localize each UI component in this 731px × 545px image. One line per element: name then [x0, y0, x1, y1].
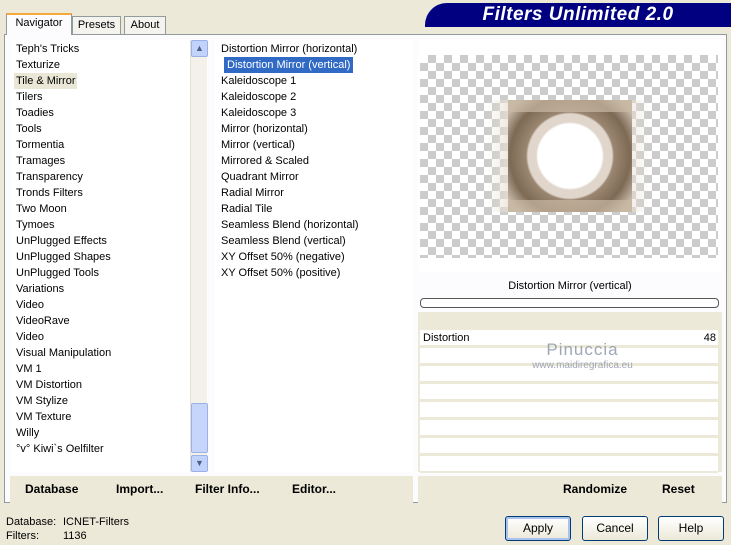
filter-item[interactable]: Kaleidoscope 2	[221, 89, 296, 105]
randomize-button[interactable]: Randomize	[563, 482, 627, 496]
category-item[interactable]: VideoRave	[16, 313, 70, 329]
status-database-label: Database:	[6, 516, 57, 528]
category-item[interactable]: UnPlugged Shapes	[16, 249, 111, 265]
category-item[interactable]: Variations	[16, 281, 64, 297]
filter-item[interactable]: Distortion Mirror (horizontal)	[221, 41, 357, 57]
status-database-value: ICNET-Filters	[63, 516, 129, 528]
parameter-row[interactable]	[420, 438, 718, 455]
category-item[interactable]: °v° Kiwi`s Oelfilter	[16, 441, 104, 457]
filter-item[interactable]: Seamless Blend (horizontal)	[221, 217, 359, 233]
category-item[interactable]: Tilers	[16, 89, 42, 105]
preview-filter-name: Distortion Mirror (vertical)	[508, 280, 632, 292]
app-title-banner: Filters Unlimited 2.0	[425, 3, 731, 27]
status-filters-label: Filters:	[6, 530, 39, 542]
filter-item[interactable]: Radial Mirror	[221, 185, 284, 201]
category-item[interactable]: Texturize	[16, 57, 60, 73]
parameter-row[interactable]	[420, 402, 718, 419]
progress-bar	[420, 298, 719, 308]
tab-presets[interactable]: Presets	[72, 16, 121, 35]
category-item[interactable]: UnPlugged Effects	[16, 233, 107, 249]
status-filters-value: 1136	[63, 530, 87, 542]
category-item[interactable]: Tile & Mirror	[14, 73, 78, 89]
parameter-value: 48	[703, 332, 716, 344]
category-item[interactable]: Visual Manipulation	[16, 345, 111, 361]
filter-item[interactable]: Seamless Blend (vertical)	[221, 233, 346, 249]
filter-item[interactable]: Mirrored & Scaled	[221, 153, 309, 169]
filter-item[interactable]: Distortion Mirror (vertical)	[224, 57, 354, 73]
tab-about[interactable]: About	[124, 16, 166, 35]
category-item[interactable]: Willy	[16, 425, 39, 441]
category-item[interactable]: Tormentia	[16, 137, 64, 153]
filter-item[interactable]: Radial Tile	[221, 201, 272, 217]
category-item[interactable]: VM Texture	[16, 409, 71, 425]
help-button[interactable]: Help	[658, 516, 724, 541]
scroll-up-icon[interactable]: ▲	[191, 40, 208, 57]
scroll-thumb[interactable]	[191, 403, 208, 453]
category-item[interactable]: VM Distortion	[16, 377, 82, 393]
tab-navigator[interactable]: Navigator	[6, 13, 72, 35]
category-item[interactable]: Video	[16, 297, 44, 313]
category-item[interactable]: Tramages	[16, 153, 65, 169]
editor-button[interactable]: Editor...	[292, 482, 336, 496]
category-list[interactable]: Teph's Tricks Texturize Tile & Mirror Tiler…	[10, 40, 208, 472]
category-item[interactable]: Transparency	[16, 169, 83, 185]
preview-image	[420, 55, 718, 258]
category-item[interactable]: Teph's Tricks	[16, 41, 79, 57]
reset-button[interactable]: Reset	[662, 482, 695, 496]
apply-button[interactable]: Apply	[505, 516, 571, 541]
category-item[interactable]: Tymoes	[16, 217, 55, 233]
filter-item[interactable]: Mirror (horizontal)	[221, 121, 308, 137]
parameter-label: Distortion	[423, 332, 470, 344]
filter-info-button[interactable]: Filter Info...	[195, 482, 260, 496]
filter-item[interactable]: Quadrant Mirror	[221, 169, 299, 185]
category-item[interactable]: Video	[16, 329, 44, 345]
parameter-row[interactable]	[420, 420, 718, 437]
category-item[interactable]: UnPlugged Tools	[16, 265, 99, 281]
parameter-row[interactable]	[420, 384, 718, 401]
filter-item[interactable]: Kaleidoscope 1	[221, 73, 296, 89]
watermark: Pinuccia www.maidiregrafica.eu	[520, 340, 645, 371]
category-item[interactable]: VM Stylize	[16, 393, 68, 409]
category-item[interactable]: Toadies	[16, 105, 54, 121]
cancel-button[interactable]: Cancel	[582, 516, 648, 541]
category-item[interactable]: Two Moon	[16, 201, 67, 217]
scroll-down-icon[interactable]: ▼	[191, 455, 208, 472]
watermark-name: Pinuccia	[546, 340, 619, 359]
category-item[interactable]: Tools	[16, 121, 42, 137]
filter-item[interactable]: Kaleidoscope 3	[221, 105, 296, 121]
filter-item[interactable]: XY Offset 50% (positive)	[221, 265, 340, 281]
filter-item[interactable]: XY Offset 50% (negative)	[221, 249, 345, 265]
import-button[interactable]: Import...	[116, 482, 163, 496]
filter-list[interactable]: Distortion Mirror (horizontal) Distortion…	[215, 40, 413, 472]
database-button[interactable]: Database	[25, 482, 78, 496]
left-toolbar: Database Import... Filter Info... Editor…	[10, 476, 413, 503]
filter-item[interactable]: Mirror (vertical)	[221, 137, 295, 153]
category-item[interactable]: VM 1	[16, 361, 42, 377]
parameter-row[interactable]	[420, 456, 718, 473]
category-scrollbar[interactable]: ▲ ▼	[190, 40, 208, 472]
category-item[interactable]: Tronds Filters	[16, 185, 83, 201]
right-toolbar: Randomize Reset	[418, 476, 722, 503]
watermark-url: www.maidiregrafica.eu	[532, 360, 633, 371]
